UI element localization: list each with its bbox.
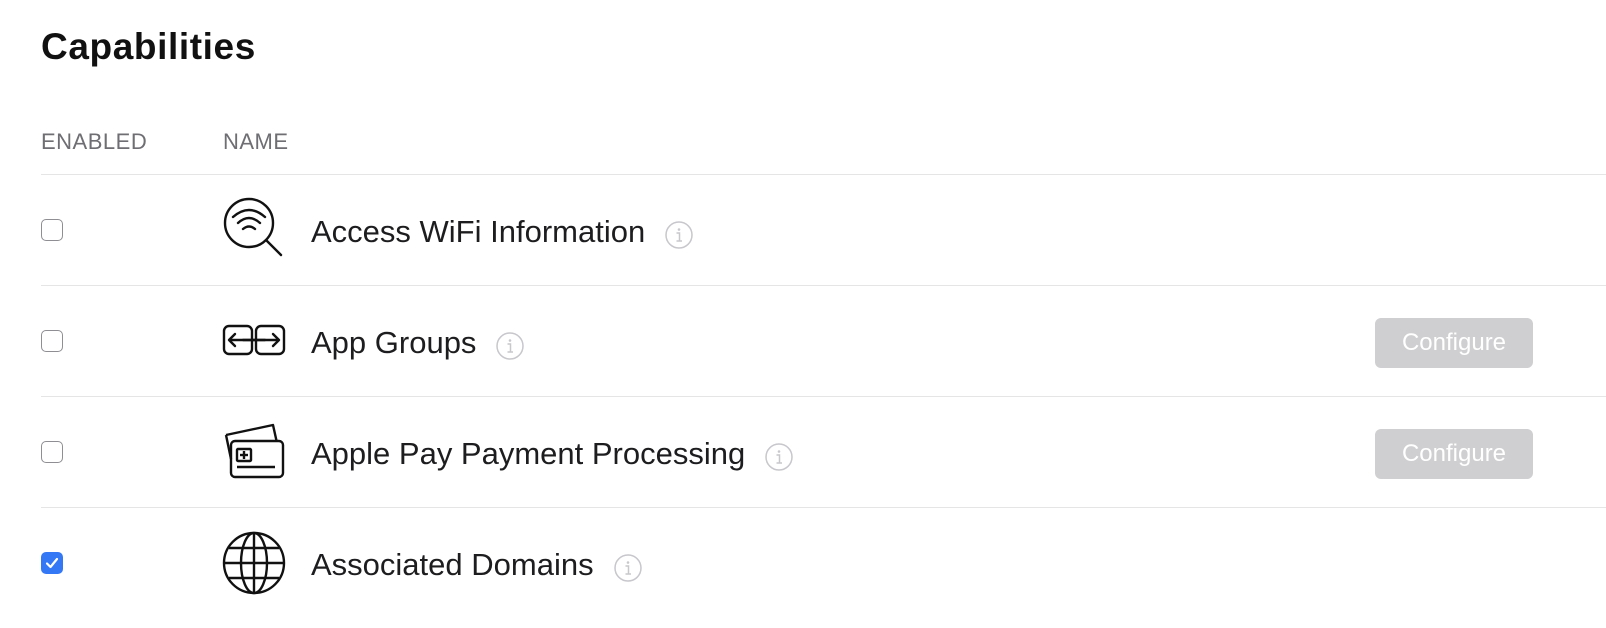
info-icon[interactable] bbox=[613, 553, 642, 582]
capability-name: Apple Pay Payment Processing bbox=[311, 435, 793, 473]
wifi-search-icon bbox=[221, 197, 287, 263]
capability-name-label: Apple Pay Payment Processing bbox=[311, 436, 746, 471]
capability-row-apple-pay-payment-processing: Apple Pay Payment Processing Configure bbox=[41, 396, 1606, 507]
capabilities-page: Capabilities ENABLED NAME Access WiFi In… bbox=[0, 0, 1606, 628]
capability-name-label: Access WiFi Information bbox=[311, 214, 646, 249]
globe-icon bbox=[221, 530, 287, 596]
page-title: Capabilities bbox=[41, 26, 256, 67]
enabled-checkbox[interactable] bbox=[41, 219, 63, 241]
payment-cards-icon bbox=[221, 419, 287, 485]
enabled-checkbox[interactable] bbox=[41, 441, 63, 463]
info-icon[interactable] bbox=[765, 442, 793, 471]
app-groups-icon bbox=[221, 308, 287, 374]
capability-name: Associated Domains bbox=[311, 546, 642, 584]
info-icon[interactable] bbox=[665, 220, 693, 249]
enabled-checkbox[interactable] bbox=[41, 330, 63, 352]
capability-name-label: App Groups bbox=[311, 325, 477, 360]
capability-row-associated-domains: Associated Domains bbox=[41, 507, 1606, 618]
column-header-name: NAME bbox=[223, 129, 289, 154]
info-icon[interactable] bbox=[496, 331, 525, 360]
checkmark-icon bbox=[45, 557, 59, 569]
configure-button[interactable]: Configure bbox=[1375, 318, 1533, 368]
capabilities-list: Access WiFi Information App Groups Confi… bbox=[41, 174, 1606, 618]
configure-button[interactable]: Configure bbox=[1375, 429, 1533, 479]
capability-name: Access WiFi Information bbox=[311, 213, 693, 251]
column-header-enabled: ENABLED bbox=[41, 129, 148, 154]
capability-name: App Groups bbox=[311, 324, 525, 362]
capability-name-label: Associated Domains bbox=[311, 547, 594, 582]
enabled-checkbox[interactable] bbox=[41, 552, 63, 574]
capability-row-app-groups: App Groups Configure bbox=[41, 285, 1606, 396]
capability-row-access-wifi-information: Access WiFi Information bbox=[41, 174, 1606, 285]
